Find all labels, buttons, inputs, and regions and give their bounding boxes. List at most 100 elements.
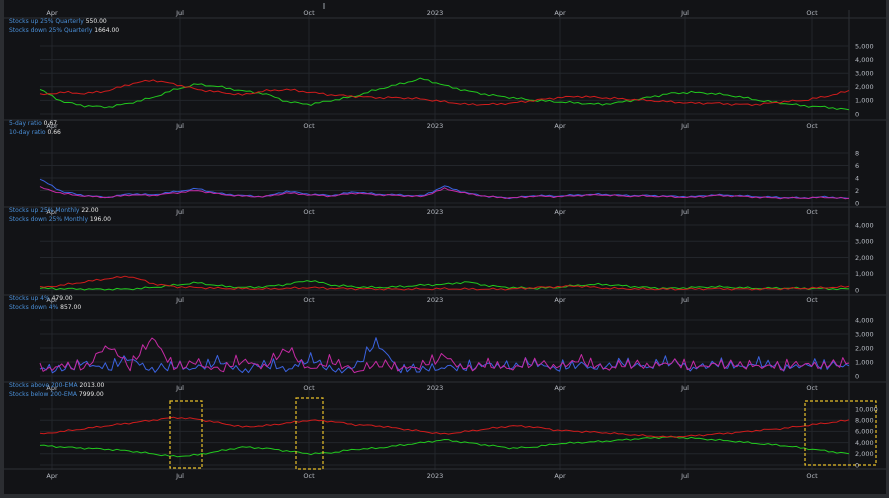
month-tick-label: Oct (806, 208, 818, 216)
y-tick-label: 2,000 (855, 83, 874, 91)
legend-series-name: 5-day ratio (9, 120, 44, 127)
y-tick-label: 8,000 (855, 417, 874, 425)
top-bar (4, 0, 886, 9)
legend-series-value: 7999.00 (79, 391, 104, 398)
y-tick-label: 6,000 (855, 428, 874, 436)
y-tick-label: 2,000 (855, 450, 874, 458)
y-tick-label: 8 (855, 149, 859, 157)
month-tick-label: Jul (680, 296, 689, 304)
month-tick-label: 2023 (427, 296, 444, 304)
legend-series-value: 196.00 (90, 216, 111, 223)
chart-frame: Apr Jul Oct 2023 Apr Jul Oct Apr Jul Oct 2023 Apr Ju… (4, 0, 886, 494)
highlight-box (169, 400, 203, 469)
legend-series-value: 22.00 (81, 207, 98, 214)
month-tick-label: 2023 (427, 122, 444, 130)
month-tick-label: Jul (175, 9, 184, 17)
month-tick-label: Apr (554, 208, 566, 216)
legend-entry: Stocks down 4% 857.00 (9, 304, 81, 311)
month-tick-label: Apr (46, 472, 58, 480)
legend-series-name: Stocks up 25% Quarterly (9, 18, 86, 25)
y-tick-label: 3,000 (855, 70, 874, 78)
month-tick-label: Apr (554, 384, 566, 392)
y-tick-label: 6 (855, 162, 859, 170)
legend-entry: Stocks up 4% 479.00 (9, 295, 73, 302)
series-line-blue (39, 337, 850, 374)
y-tick-label: 2 (855, 187, 859, 195)
month-tick-label: Jul (175, 208, 184, 216)
legend-series-value: 0.67 (44, 120, 58, 127)
y-tick-label: 2,000 (855, 254, 874, 262)
month-tick-label: Jul (175, 296, 184, 304)
y-tick-label: 2,000 (855, 344, 874, 352)
legend-series-value: 550.00 (86, 18, 107, 25)
month-tick-label: Oct (806, 296, 818, 304)
month-tick-label: Apr (554, 472, 566, 480)
month-tick-label: Oct (806, 122, 818, 130)
month-tick-label: Oct (303, 296, 315, 304)
month-tick-label: 2023 (427, 9, 444, 17)
y-tick-label: 4 (855, 174, 859, 182)
month-tick-label: Apr (554, 122, 566, 130)
month-tick-label: Jul (175, 472, 184, 480)
legend-entry: 10-day ratio 0.66 (9, 129, 61, 136)
legend-series-value: 0.66 (47, 129, 61, 136)
month-tick-label: Jul (680, 122, 689, 130)
stock-breadth-chart: Apr Jul Oct 2023 Apr Jul Oct Apr Jul Oct 2023 Apr Ju… (4, 0, 886, 480)
legend-series-name: Stocks below 200-EMA (9, 391, 79, 398)
month-tick-label: Oct (806, 9, 818, 17)
month-tick-label: Oct (303, 384, 315, 392)
y-tick-label: 10,000 (855, 405, 878, 413)
y-tick-label: 0 (855, 286, 859, 294)
month-tick-label: Oct (303, 472, 315, 480)
legend-series-value: 1664.00 (94, 27, 119, 34)
grid-layer (4, 0, 886, 470)
y-tick-label: 4,000 (855, 439, 874, 447)
month-tick-label: 2023 (427, 472, 444, 480)
legend-series-name: Stocks above 200-EMA (9, 382, 80, 389)
month-tick-label: Apr (554, 9, 566, 17)
legend-series-name: Stocks up 25% Monthly (9, 207, 81, 214)
legend-entry: Stocks below 200-EMA 7999.00 (9, 391, 104, 398)
series-line-magenta (39, 186, 850, 200)
month-tick-label: Oct (806, 472, 818, 480)
y-tick-label: 0 (855, 372, 859, 380)
legend-series-value: 857.00 (60, 304, 81, 311)
legend-series-name: Stocks down 4% (9, 304, 60, 311)
month-tick-label: Jul (680, 472, 689, 480)
month-tick-label: Oct (806, 384, 818, 392)
month-tick-label: Jul (680, 208, 689, 216)
month-tick-label: 2023 (427, 384, 444, 392)
series-line-red (39, 79, 850, 106)
legend-series-name: Stocks down 25% Quarterly (9, 27, 94, 34)
month-tick-label: Jul (175, 122, 184, 130)
legend-entry: Stocks down 25% Quarterly 1664.00 (9, 27, 119, 34)
legend-series-name: 10-day ratio (9, 129, 47, 136)
month-tick-label: Jul (680, 384, 689, 392)
month-tick-label: Apr (554, 296, 566, 304)
y-tick-label: 0 (855, 199, 859, 207)
month-tick-label: Jul (680, 9, 689, 17)
legend-series-value: 479.00 (52, 295, 73, 302)
month-tick-label: Jul (175, 384, 184, 392)
y-tick-label: 0 (855, 110, 859, 118)
legend-series-name: Stocks up 4% (9, 295, 52, 302)
legend-entry: Stocks up 25% Monthly 22.00 (9, 207, 99, 214)
y-tick-label: 3,000 (855, 330, 874, 338)
y-tick-label: 3,000 (855, 238, 874, 246)
legend-entry: Stocks above 200-EMA 2013.00 (9, 382, 105, 389)
legend-entry: Stocks down 25% Monthly 196.00 (9, 216, 111, 223)
y-tick-label: 1,000 (855, 270, 874, 278)
y-tick-label: 4,000 (855, 56, 874, 64)
month-tick-label: Oct (303, 9, 315, 17)
month-tick-label: Oct (303, 122, 315, 130)
legend-series-name: Stocks down 25% Monthly (9, 216, 90, 223)
legend-entry: 5-day ratio 0.67 (9, 120, 57, 127)
y-tick-label: 0 (855, 461, 859, 469)
y-tick-label: 4,000 (855, 316, 874, 324)
series-line-red (39, 275, 850, 291)
month-tick-label: Oct (303, 208, 315, 216)
y-tick-label: 4,000 (855, 221, 874, 229)
month-tick-label: Apr (46, 9, 58, 17)
y-tick-label: 5,000 (855, 42, 874, 50)
y-tick-label: 1,000 (855, 97, 874, 105)
